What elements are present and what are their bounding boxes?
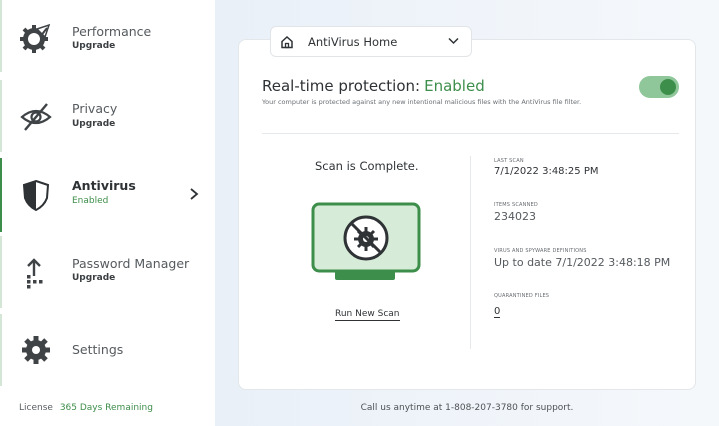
performance-gear-icon: [20, 23, 51, 53]
license-info: License 365 Days Remaining: [19, 403, 153, 413]
quarantined-stat: QUARANTINED FILES 0: [494, 293, 549, 318]
sidebar-item-status: Upgrade: [72, 119, 116, 129]
sidebar-item-status: Upgrade: [72, 41, 116, 51]
stat-label: LAST SCAN: [494, 158, 524, 164]
sidebar-item-label: Performance: [72, 24, 152, 39]
sidebar: Performance Upgrade Privacy Upgrade Anti…: [0, 0, 215, 426]
stat-value: 7/1/2022 3:48:25 PM: [494, 166, 599, 177]
stat-label: ITEMS SCANNED: [494, 202, 538, 208]
sidebar-item-label: Privacy: [72, 101, 118, 116]
toggle-knob: [660, 79, 676, 95]
sidebar-item-label: Password Manager: [72, 256, 190, 271]
support-text: Call us anytime at 1-808-207-3780 for su…: [360, 403, 574, 413]
run-new-scan-link[interactable]: Run New Scan: [335, 309, 400, 321]
license-label: License: [19, 403, 53, 413]
stat-value: 234023: [494, 210, 536, 223]
stat-label: VIRUS AND SPYWARE DEFINITIONS: [494, 248, 587, 254]
shield-icon: [22, 179, 50, 212]
stat-value: Up to date 7/1/2022 3:48:18 PM: [494, 256, 671, 269]
definitions-stat: VIRUS AND SPYWARE DEFINITIONS Up to date…: [494, 248, 670, 269]
main-panel: AntiVirus Home Real-time protection: Enab…: [215, 0, 719, 426]
license-remaining: 365 Days Remaining: [59, 403, 153, 413]
sidebar-item-status: Enabled: [72, 196, 109, 206]
section-dropdown[interactable]: AntiVirus Home: [270, 26, 472, 57]
sidebar-item-settings[interactable]: Settings: [0, 314, 215, 386]
divider: [262, 133, 679, 134]
sidebar-item-privacy[interactable]: Privacy Upgrade: [0, 80, 215, 152]
items-scanned-stat: ITEMS SCANNED 234023: [494, 202, 538, 223]
sidebar-item-status: Upgrade: [72, 273, 116, 283]
dropdown-label: AntiVirus Home: [308, 35, 398, 49]
scan-status-title: Scan is Complete.: [315, 159, 419, 173]
realtime-status: Enabled: [424, 77, 485, 95]
sidebar-item-label: Settings: [72, 342, 124, 357]
sidebar-item-password-manager[interactable]: Password Manager Upgrade: [0, 236, 215, 308]
sidebar-item-performance[interactable]: Performance Upgrade: [0, 0, 215, 72]
gear-icon: [22, 336, 50, 364]
vertical-divider: [470, 156, 471, 349]
sidebar-item-label: Antivirus: [72, 178, 136, 193]
realtime-protection-toggle[interactable]: [639, 76, 679, 98]
eye-slash-icon: [20, 103, 52, 131]
realtime-label: Real-time protection:: [262, 77, 421, 95]
chevron-down-icon: [448, 37, 459, 45]
monitor-virus-blocked-icon: [311, 202, 421, 280]
last-scan-stat: LAST SCAN 7/1/2022 3:48:25 PM: [494, 158, 598, 177]
password-upload-icon: [27, 258, 43, 289]
realtime-description: Your computer is protected against any n…: [262, 98, 582, 106]
quarantined-count-link[interactable]: 0: [494, 306, 501, 318]
realtime-protection-title: Real-time protection: Enabled: [262, 77, 485, 95]
sidebar-item-antivirus[interactable]: Antivirus Enabled: [0, 158, 215, 232]
antivirus-card: Real-time protection: Enabled Your comput…: [238, 39, 696, 390]
stat-label: QUARANTINED FILES: [494, 293, 550, 299]
chevron-right-icon: [190, 188, 199, 200]
home-icon: [281, 35, 293, 49]
